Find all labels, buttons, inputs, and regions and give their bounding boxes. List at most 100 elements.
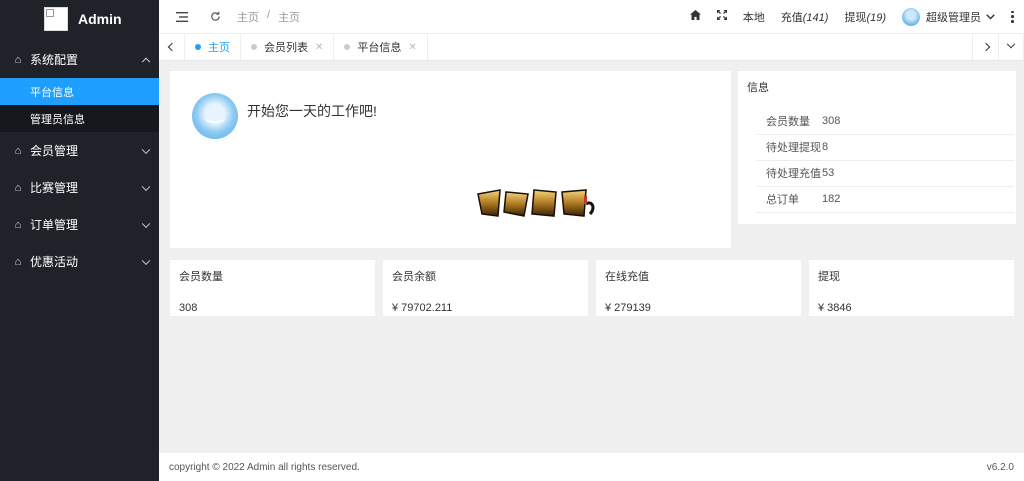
- menu-group-promo: ⌂ 优惠活动: [0, 243, 159, 280]
- top-header: 主页 / 主页 本地 充值(141) 提现(19) 超级管理员: [159, 0, 1024, 34]
- recharge-count: (141): [802, 11, 829, 24]
- menu-group-match: ⌂ 比赛管理: [0, 169, 159, 206]
- sidebar-item-label: 优惠活动: [30, 255, 79, 269]
- sidebar-item-label: 订单管理: [30, 218, 79, 232]
- user-menu[interactable]: 超级管理员: [902, 7, 995, 26]
- stat-card-value: ¥ 279139: [605, 302, 651, 314]
- tab-platform-info[interactable]: 平台信息 ✕: [334, 34, 428, 60]
- menu-group-order: ⌂ 订单管理: [0, 206, 159, 243]
- menu-toggle-icon[interactable]: [159, 11, 205, 22]
- home-outline-icon: ⌂: [14, 144, 22, 157]
- welcome-avatar: [192, 93, 238, 139]
- chevron-down-icon: [141, 182, 151, 191]
- info-key: 总订单: [756, 186, 822, 213]
- recharge-link[interactable]: 充值(141): [781, 9, 829, 25]
- home-outline-icon: ⌂: [14, 255, 22, 268]
- copyright-text: copyright © 2022 Admin all rights reserv…: [169, 461, 360, 473]
- user-name: 超级管理员: [926, 11, 981, 24]
- tab-label: 会员列表: [264, 42, 308, 54]
- chevron-down-icon: [141, 256, 151, 265]
- breadcrumb-separator: /: [267, 8, 271, 21]
- info-key: 会员数量: [756, 108, 822, 135]
- recharge-label: 充值: [780, 11, 803, 24]
- info-title: 信息: [747, 82, 769, 94]
- refresh-icon[interactable]: [205, 11, 225, 22]
- welcome-panel: 开始您一天的工作吧!: [170, 71, 731, 248]
- home-outline-icon: ⌂: [14, 53, 22, 66]
- home-outline-icon: ⌂: [14, 218, 22, 231]
- chevron-up-icon: [141, 57, 151, 66]
- breadcrumb-current: 主页: [278, 11, 301, 24]
- breadcrumb-home[interactable]: 主页: [237, 9, 259, 25]
- sidebar-item-order-management[interactable]: ⌂ 订单管理: [0, 206, 159, 243]
- local-link[interactable]: 本地: [743, 9, 765, 25]
- stat-card-title: 提现: [818, 271, 840, 283]
- chevron-left-icon: [167, 42, 176, 52]
- submenu-system: 平台信息 管理员信息: [0, 78, 159, 132]
- welcome-text: 开始您一天的工作吧!: [247, 103, 377, 119]
- sidebar-item-promotions[interactable]: ⌂ 优惠活动: [0, 243, 159, 280]
- table-row: 待处理充值 53: [756, 160, 1014, 187]
- stat-card-member-balance: 会员余额 ¥ 79702.211: [383, 260, 588, 316]
- home-icon[interactable]: [689, 10, 701, 23]
- chevron-right-icon: [981, 42, 990, 52]
- info-key: 待处理充值: [756, 160, 822, 187]
- tab-options-button[interactable]: [998, 34, 1024, 60]
- sidebar-menu: ⌂ 系统配置 平台信息 管理员信息 ⌂ 会员管理 ⌂ 比赛管理 ⌂ 订单管理 ⌂…: [0, 41, 159, 280]
- sidebar-item-system-config[interactable]: ⌂ 系统配置: [0, 41, 159, 78]
- sidebar-subitem-admin-info[interactable]: 管理员信息: [0, 105, 159, 132]
- stat-card-value: 308: [179, 302, 198, 314]
- menu-group-system: ⌂ 系统配置 平台信息 管理员信息: [0, 41, 159, 132]
- withdraw-link[interactable]: 提现(19): [844, 9, 886, 25]
- tab-scroll-left-button[interactable]: [159, 34, 185, 60]
- sidebar: Admin ⌂ 系统配置 平台信息 管理员信息 ⌂ 会员管理 ⌂ 比赛管理 ⌂ …: [0, 0, 159, 481]
- tab-status-dot: [344, 44, 351, 50]
- tab-member-list[interactable]: 会员列表 ✕: [241, 34, 335, 60]
- stat-card-value: ¥ 79702.211: [392, 302, 453, 314]
- chevron-down-icon: [141, 219, 151, 228]
- tab-scroll-right-button[interactable]: [972, 34, 998, 60]
- sidebar-item-member-management[interactable]: ⌂ 会员管理: [0, 132, 159, 169]
- tab-home[interactable]: 主页: [185, 34, 241, 60]
- tab-status-dot: [195, 44, 201, 50]
- table-row: 总订单 182: [756, 186, 1014, 213]
- stat-card-title: 会员余额: [392, 271, 436, 283]
- logo-image: [44, 6, 68, 31]
- close-icon[interactable]: ✕: [408, 42, 416, 53]
- brand-logo-image: [477, 189, 595, 217]
- withdraw-label: 提现: [844, 11, 867, 24]
- tab-bar: 主页 会员列表 ✕ 平台信息 ✕: [159, 34, 1024, 61]
- footer: copyright © 2022 Admin all rights reserv…: [159, 452, 1024, 481]
- stat-card-value: ¥ 3846: [818, 302, 852, 314]
- chevron-down-icon: [1006, 39, 1016, 49]
- sidebar-item-label: 会员管理: [30, 144, 79, 158]
- more-vertical-icon[interactable]: [1011, 10, 1014, 23]
- app-title: Admin: [78, 10, 122, 27]
- fullscreen-icon[interactable]: [716, 10, 727, 23]
- stat-card-member-count: 会员数量 308: [170, 260, 375, 316]
- tab-label: 平台信息: [357, 42, 402, 54]
- info-value: 308: [822, 108, 1014, 135]
- tab-label: 主页: [208, 42, 230, 54]
- info-value: 53: [822, 160, 1014, 187]
- logo[interactable]: Admin: [0, 0, 159, 37]
- menu-group-member: ⌂ 会员管理: [0, 132, 159, 169]
- info-panel: 信息 会员数量 308 待处理提现 8 待处理充值 53 总订单 182: [738, 71, 1016, 224]
- stat-card-withdraw: 提现 ¥ 3846: [809, 260, 1014, 316]
- stat-card-online-recharge: 在线充值 ¥ 279139: [596, 260, 801, 316]
- sidebar-item-label: 比赛管理: [30, 181, 79, 195]
- info-key: 待处理提现: [756, 134, 822, 161]
- sidebar-subitem-platform-info[interactable]: 平台信息: [0, 78, 159, 105]
- tab-status-dot: [251, 44, 257, 50]
- table-row: 会员数量 308: [756, 108, 1014, 135]
- table-row: 待处理提现 8: [756, 134, 1014, 161]
- withdraw-count: (19): [866, 11, 886, 24]
- info-value: 182: [822, 186, 1014, 213]
- info-table: 会员数量 308 待处理提现 8 待处理充值 53 总订单 182: [756, 108, 1014, 213]
- sidebar-item-label: 系统配置: [30, 53, 79, 67]
- header-actions: 本地 充值(141) 提现(19) 超级管理员: [682, 0, 1024, 33]
- stat-card-title: 在线充值: [605, 271, 649, 283]
- close-icon[interactable]: ✕: [315, 42, 323, 53]
- sidebar-item-match-management[interactable]: ⌂ 比赛管理: [0, 169, 159, 206]
- breadcrumb: 主页 / 主页: [237, 9, 300, 25]
